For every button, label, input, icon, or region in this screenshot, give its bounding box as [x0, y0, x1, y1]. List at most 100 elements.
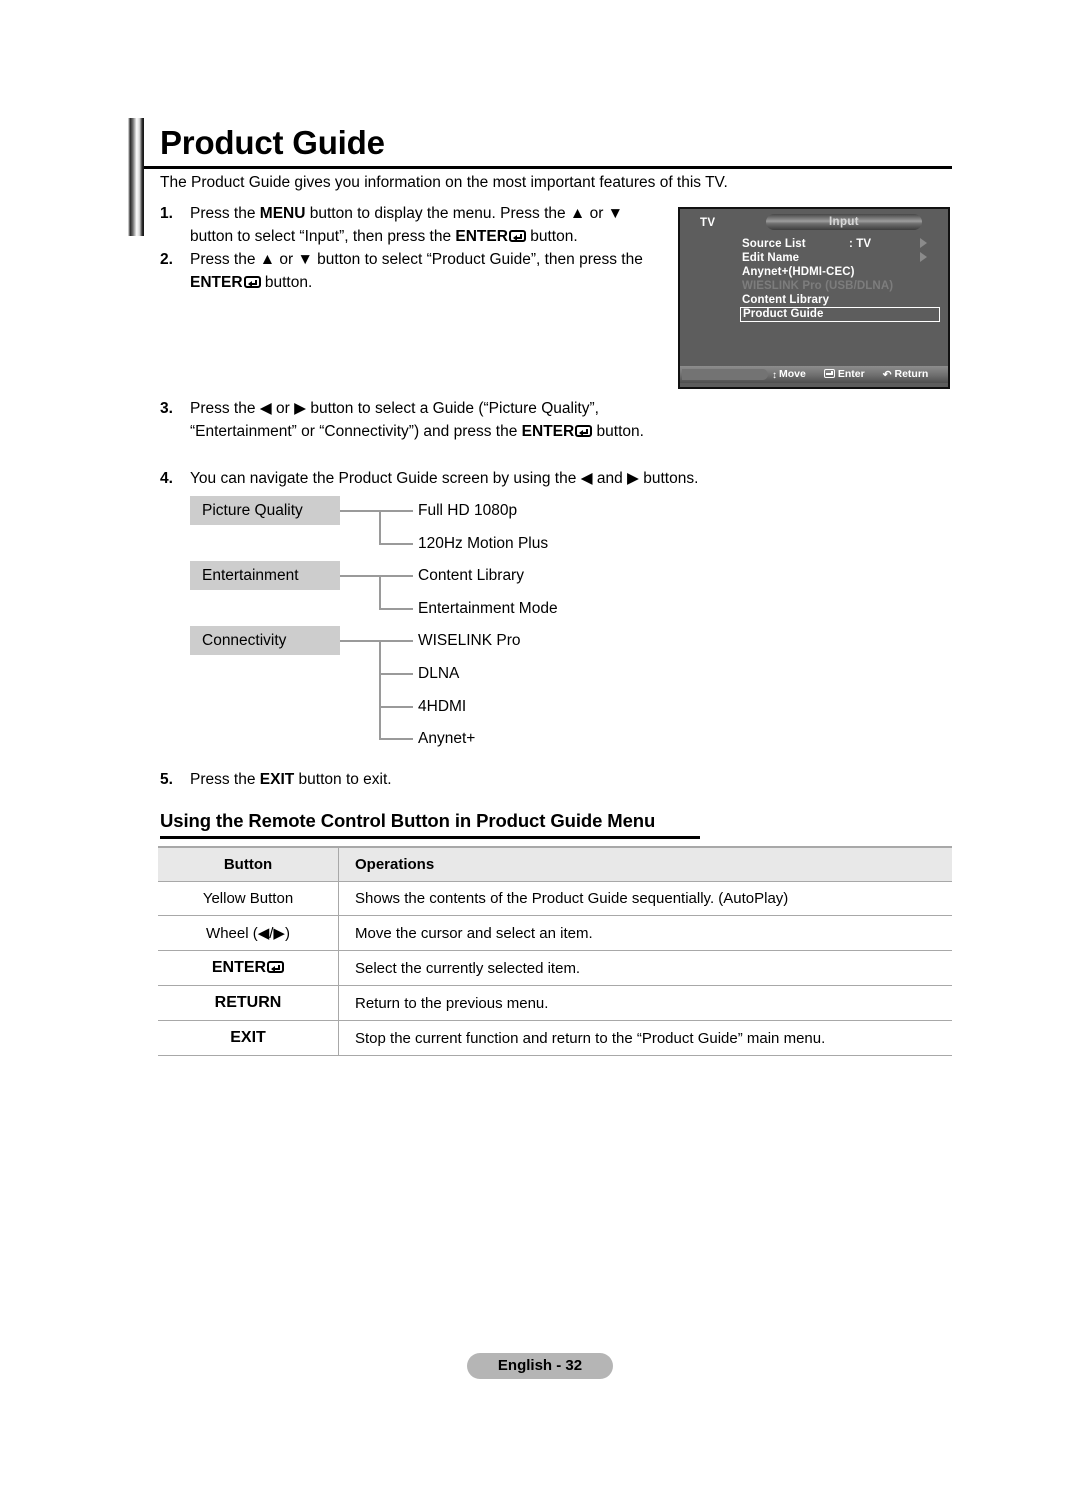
enter-key-icon: [508, 230, 526, 242]
osd-item-label: Anynet+(HDMI-CEC): [742, 266, 855, 278]
tree-connector: [379, 738, 413, 740]
step-3-number: 3.: [160, 400, 173, 417]
step-2-part-a: Press the ▲ or ▼ button to select “Produ…: [190, 251, 643, 268]
remote-control-table: Button Operations Yellow Button Shows th…: [158, 846, 952, 1056]
osd-item-edit-name[interactable]: Edit Name: [742, 251, 942, 265]
step-5-number: 5.: [160, 771, 173, 788]
step-1-text: Press the MENU button to display the men…: [190, 202, 670, 248]
table-cell-operation: Stop the current function and return to …: [338, 1020, 952, 1056]
enter-key-icon: [575, 425, 593, 437]
table-cell-button-label: ENTER: [211, 959, 267, 976]
tree-leaf-anynet: Anynet+: [418, 730, 476, 747]
step-5-part-a: Press the: [190, 771, 260, 788]
osd-hint-move: ↕ Move: [772, 366, 806, 383]
document-page: Product Guide The Product Guide gives yo…: [0, 0, 1080, 1486]
step-2: 2. Press the ▲ or ▼ button to select “Pr…: [160, 248, 670, 294]
tree-connector: [379, 640, 413, 642]
decorative-metal-bar: [128, 118, 144, 236]
tree-leaf-wiselink-pro: WISELINK Pro: [418, 632, 521, 649]
step-1: 1. Press the MENU button to display the …: [160, 202, 670, 248]
tree-leaf-dlna: DLNA: [418, 665, 460, 682]
step-2-text: Press the ▲ or ▼ button to select “Produ…: [190, 248, 670, 294]
tree-connector: [379, 543, 413, 545]
table-cell-button: EXIT: [158, 1020, 339, 1056]
step-5-part-c: button to exit.: [294, 771, 392, 788]
page-title: Product Guide: [160, 124, 385, 161]
step-1-part-a: Press the: [190, 205, 260, 222]
osd-item-content-library[interactable]: Content Library: [742, 293, 942, 307]
tree-connector: [340, 510, 380, 512]
osd-item-anynet[interactable]: Anynet+(HDMI-CEC): [742, 265, 942, 279]
table-row: EXIT Stop the current function and retur…: [158, 1020, 952, 1056]
osd-item-label: Source List: [742, 238, 806, 250]
table-cell-operation: Shows the contents of the Product Guide …: [338, 881, 952, 916]
table-header-button: Button: [158, 846, 339, 882]
section-heading: Using the Remote Control Button in Produ…: [160, 810, 656, 831]
tree-connector: [379, 510, 413, 512]
osd-item-source-list[interactable]: Source List : TV: [742, 237, 942, 251]
tree-connector: [340, 640, 380, 642]
step-3-text: Press the ◀ or ▶ button to select a Guid…: [190, 397, 680, 443]
tree-leaf-120hz: 120Hz Motion Plus: [418, 535, 549, 552]
section-heading-underline: [160, 836, 700, 839]
title-divider: [144, 166, 952, 169]
osd-menu-title: Input: [766, 214, 922, 230]
step-2-enter-keyword: ENTER: [190, 274, 243, 291]
table-cell-button: RETURN: [158, 985, 339, 1021]
table-cell-button: ENTER: [158, 950, 339, 986]
osd-hint-return-label: Return: [894, 368, 929, 380]
tree-connector: [379, 706, 413, 708]
step-4-number: 4.: [160, 470, 173, 487]
step-2-part-c: button.: [260, 274, 313, 291]
step-5-text: Press the EXIT button to exit.: [190, 768, 660, 791]
osd-item-label: WIESLINK Pro (USB/DLNA): [742, 280, 894, 292]
step-1-menu-keyword: MENU: [259, 205, 306, 222]
tree-leaf-full-hd: Full HD 1080p: [418, 502, 518, 519]
return-arrow-icon: ↶: [882, 369, 892, 381]
enter-key-icon: [823, 369, 835, 378]
tree-leaf-content-library: Content Library: [418, 567, 524, 584]
table-row: Wheel (◀/▶) Move the cursor and select a…: [158, 915, 952, 951]
osd-item-product-guide[interactable]: Product Guide: [740, 307, 940, 322]
tree-node-connectivity: Connectivity: [190, 626, 340, 655]
tree-node-picture-quality: Picture Quality: [190, 496, 340, 525]
osd-menu-list: Source List : TV Edit Name Anynet+(HDMI-…: [740, 237, 942, 322]
osd-footer-hints: ↕ Move Enter ↶ Return: [772, 366, 928, 383]
table-cell-operation: Return to the previous menu.: [338, 985, 952, 1021]
tv-osd-screenshot: TV Input Source List : TV Edit Name Anyn…: [678, 207, 950, 389]
tree-connector: [379, 608, 413, 610]
osd-hint-enter-label: Enter: [837, 368, 865, 380]
step-2-number: 2.: [160, 251, 173, 268]
chevron-right-icon: [920, 252, 927, 262]
tree-connector: [379, 640, 381, 739]
step-1-number: 1.: [160, 205, 173, 222]
step-3-enter-keyword: ENTER: [521, 423, 575, 440]
table-cell-button: Wheel (◀/▶): [158, 915, 339, 951]
table-cell-operation: Move the cursor and select an item.: [338, 915, 952, 951]
table-cell-button: Yellow Button: [158, 881, 339, 916]
tree-connector: [379, 673, 413, 675]
enter-key-icon: [243, 276, 261, 288]
osd-item-label: Product Guide: [743, 308, 824, 320]
tree-leaf-entertainment-mode: Entertainment Mode: [418, 600, 558, 617]
enter-key-icon: [267, 961, 285, 973]
table-cell-operation: Select the currently selected item.: [338, 950, 952, 986]
chevron-right-icon: [920, 238, 927, 248]
step-5: 5. Press the EXIT button to exit.: [160, 768, 660, 791]
tree-connector: [340, 575, 380, 577]
step-5-exit-keyword: EXIT: [259, 771, 295, 788]
step-4-text: You can navigate the Product Guide scree…: [190, 470, 699, 487]
osd-footer-bar: ↕ Move Enter ↶ Return: [680, 366, 948, 383]
osd-item-wiselink-pro: WIESLINK Pro (USB/DLNA): [742, 279, 942, 293]
tree-connector: [379, 575, 413, 577]
step-1-enter-keyword: ENTER: [455, 228, 508, 245]
table-row: RETURN Return to the previous menu.: [158, 985, 952, 1021]
table-header-operations: Operations: [338, 846, 952, 882]
page-footer-badge: English - 32: [467, 1353, 613, 1379]
step-1-part-e: button.: [525, 228, 578, 245]
osd-source-label: TV: [700, 217, 716, 229]
osd-item-label: Edit Name: [742, 252, 800, 264]
osd-hint-return: ↶ Return: [883, 366, 929, 383]
osd-item-value: : TV: [849, 238, 872, 250]
tree-connector: [379, 575, 381, 609]
